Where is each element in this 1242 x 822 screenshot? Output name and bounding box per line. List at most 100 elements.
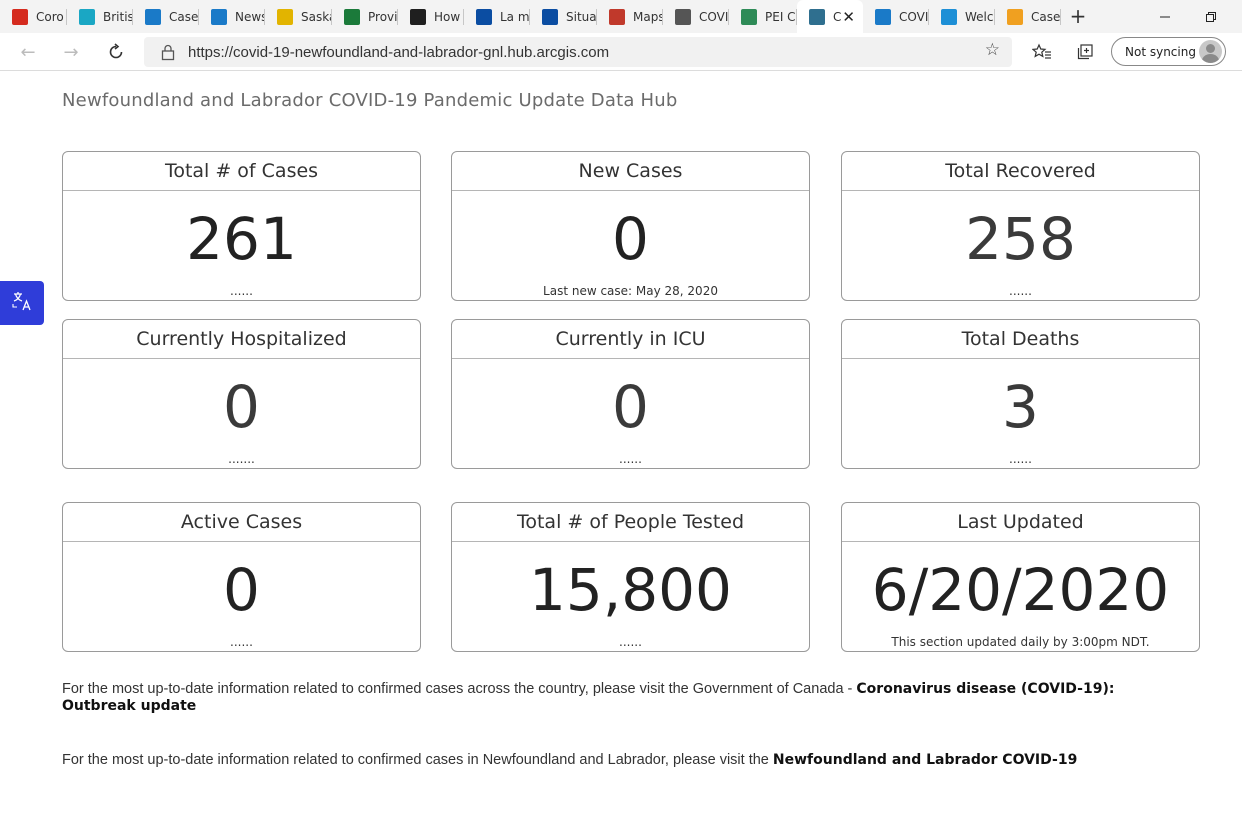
stat-card: Currently in ICU 0...... bbox=[451, 319, 810, 469]
stat-card-value: 258 bbox=[965, 205, 1076, 273]
stat-card-footer: ...... bbox=[1009, 452, 1032, 466]
maple-leaf-icon bbox=[12, 8, 28, 25]
quebec-icon bbox=[542, 8, 558, 25]
browser-tab[interactable]: News bbox=[199, 0, 265, 33]
stat-card-footer: ...... bbox=[230, 284, 253, 298]
stat-card: New Cases 0 Last new case: May 28, 2020 bbox=[451, 151, 810, 301]
nl-icon bbox=[809, 8, 825, 25]
stat-card-title: Active Cases bbox=[63, 503, 420, 542]
url-text[interactable]: https://covid-19-newfoundland-and-labrad… bbox=[188, 44, 609, 61]
nl-info-text: For the most up-to-date information rela… bbox=[62, 752, 773, 768]
quebec-icon bbox=[476, 8, 492, 25]
favorite-star-icon[interactable]: ☆ bbox=[985, 40, 1000, 60]
collections-icon[interactable] bbox=[1073, 40, 1097, 64]
browser-tab[interactable]: Saska bbox=[265, 0, 332, 33]
browser-tab[interactable]: COVI bbox=[863, 0, 929, 33]
browser-tab[interactable]: Provi bbox=[332, 0, 398, 33]
stat-card-footer: ...... bbox=[619, 452, 642, 466]
stat-card-value: 0 bbox=[612, 373, 649, 441]
tab-label: Case bbox=[1031, 9, 1061, 24]
ontario-icon bbox=[410, 8, 426, 25]
browser-tab[interactable]: How bbox=[398, 0, 464, 33]
stat-card-title: Currently in ICU bbox=[452, 320, 809, 359]
nl-covid-link[interactable]: Newfoundland and Labrador COVID-19 bbox=[773, 752, 1077, 768]
stat-card-footer: ...... bbox=[1009, 284, 1032, 298]
browser-tab[interactable]: Coro bbox=[0, 0, 67, 33]
stat-card-footer: ...... bbox=[230, 635, 253, 649]
tab-label: How bbox=[434, 9, 461, 24]
address-bar[interactable]: https://covid-19-newfoundland-and-labrad… bbox=[144, 37, 1012, 67]
restore-icon[interactable] bbox=[1188, 0, 1234, 33]
browser-tab[interactable]: PEI C bbox=[729, 0, 797, 33]
browser-tab[interactable]: La m bbox=[464, 0, 530, 33]
stat-card-title: Total # of People Tested bbox=[452, 503, 809, 542]
browser-tab[interactable]: C ✕ bbox=[797, 0, 863, 33]
browser-tab[interactable]: Case bbox=[995, 0, 1061, 33]
pei-icon bbox=[741, 8, 757, 25]
tab-label: Provi bbox=[368, 9, 398, 24]
stat-card: Total Deaths 3...... bbox=[841, 319, 1200, 469]
tab-label: PEI C bbox=[765, 9, 796, 24]
stat-card-value: 0 bbox=[612, 205, 649, 273]
stat-card: Active Cases 0...... bbox=[62, 502, 421, 652]
tab-label: C bbox=[833, 9, 842, 24]
canada-info-text: For the most up-to-date information rela… bbox=[62, 681, 857, 697]
tab-label: Britis bbox=[103, 9, 133, 24]
forward-icon[interactable]: → bbox=[57, 38, 85, 66]
tab-label: Coro bbox=[36, 9, 64, 24]
tab-label: COVI bbox=[699, 9, 729, 24]
browser-tab[interactable]: Situat bbox=[530, 0, 597, 33]
lock-icon bbox=[160, 43, 176, 61]
manitoba-icon bbox=[344, 8, 360, 25]
saskatchewan-icon bbox=[277, 8, 293, 25]
browser-tab[interactable]: COVI bbox=[663, 0, 729, 33]
tab-label: Welc bbox=[965, 9, 994, 24]
arcgis-icon bbox=[211, 8, 227, 25]
browser-tab[interactable]: Welc bbox=[929, 0, 995, 33]
stat-card-title: Total # of Cases bbox=[63, 152, 420, 191]
tab-strip: Coro Britis Cases News Saska Provi How La m Situ… bbox=[0, 0, 1242, 33]
browser-tab[interactable]: Maps bbox=[597, 0, 663, 33]
arcgis-icon bbox=[145, 8, 161, 25]
tab-label: Situat bbox=[566, 9, 597, 24]
stat-card-value: 0 bbox=[223, 373, 260, 441]
profile-sync-button[interactable]: Not syncing bbox=[1111, 37, 1226, 66]
stat-card: Last Updated 6/20/2020 This section update… bbox=[841, 502, 1200, 652]
stat-card-value: 0 bbox=[223, 556, 260, 624]
maps-icon bbox=[609, 8, 625, 25]
tab-label: Saska bbox=[301, 9, 332, 24]
new-tab-button[interactable]: + bbox=[1066, 4, 1090, 28]
translate-icon bbox=[11, 290, 33, 317]
stat-card: Currently Hospitalized 0....... bbox=[62, 319, 421, 469]
refresh-icon[interactable] bbox=[102, 38, 130, 66]
stat-card-title: Total Recovered bbox=[842, 152, 1199, 191]
stat-card-footer: ....... bbox=[228, 452, 255, 466]
stat-card-title: Last Updated bbox=[842, 503, 1199, 542]
browser-tab[interactable]: Britis bbox=[67, 0, 133, 33]
browser-tab[interactable]: Cases bbox=[133, 0, 199, 33]
stat-card-value: 15,800 bbox=[529, 556, 732, 624]
stat-card-title: Currently Hospitalized bbox=[63, 320, 420, 359]
favorites-icon[interactable] bbox=[1030, 40, 1054, 64]
yukon-icon bbox=[941, 8, 957, 25]
nb-icon bbox=[675, 8, 691, 25]
stat-card: Total # of Cases 261...... bbox=[62, 151, 421, 301]
tab-label: COVI bbox=[899, 9, 929, 24]
nl-info-paragraph: For the most up-to-date information rela… bbox=[62, 752, 1187, 769]
minimize-icon[interactable] bbox=[1142, 0, 1188, 33]
stat-card-footer: Last new case: May 28, 2020 bbox=[543, 284, 718, 298]
tab-label: Cases bbox=[169, 9, 199, 24]
ns-icon bbox=[875, 8, 891, 25]
close-tab-icon[interactable]: ✕ bbox=[842, 8, 855, 26]
stat-card-value: 261 bbox=[186, 205, 297, 273]
page-title: Newfoundland and Labrador COVID-19 Pande… bbox=[62, 90, 678, 111]
sync-label: Not syncing bbox=[1125, 44, 1196, 59]
stat-card-value: 3 bbox=[1002, 373, 1039, 441]
stat-card-footer: ...... bbox=[619, 635, 642, 649]
stat-card-title: Total Deaths bbox=[842, 320, 1199, 359]
back-icon[interactable]: ← bbox=[14, 38, 42, 66]
translate-button[interactable] bbox=[0, 281, 44, 325]
tab-label: Maps bbox=[633, 9, 663, 24]
tab-label: La m bbox=[500, 9, 530, 24]
canada-info-paragraph: For the most up-to-date information rela… bbox=[62, 681, 1187, 715]
